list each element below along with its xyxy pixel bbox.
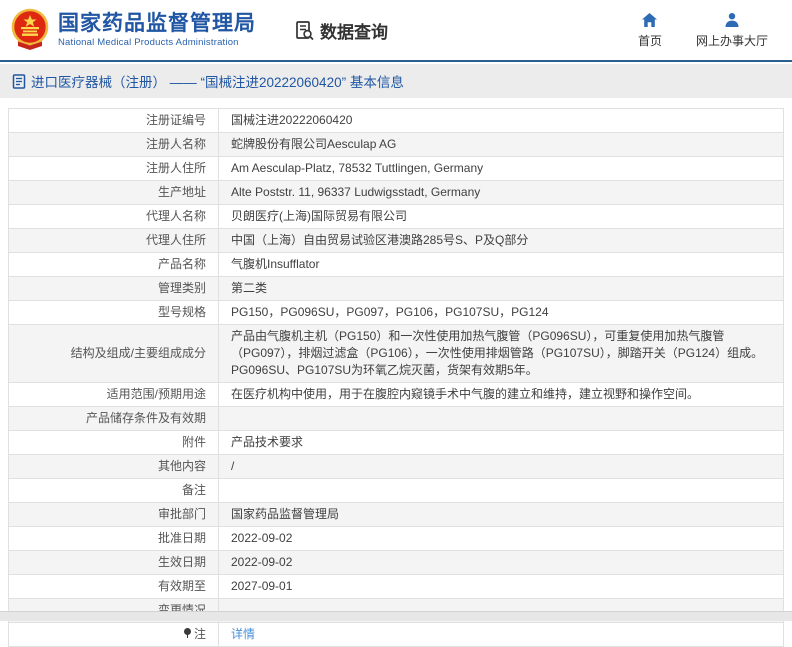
nav-service-hall[interactable]: 网上办事大厅: [696, 12, 768, 49]
row-value: 贝朗医疗(上海)国际贸易有限公司: [218, 204, 784, 229]
row-value: /: [218, 454, 784, 479]
nav-home[interactable]: 首页: [638, 12, 662, 49]
row-value: 2022-09-02: [218, 550, 784, 575]
data-query-label: 数据查询: [320, 22, 388, 42]
site-title: 国家药品监督管理局: [58, 12, 256, 35]
row-label: 产品名称: [8, 252, 219, 277]
table-row: 型号规格 PG150，PG096SU，PG097，PG106，PG107SU，PG…: [8, 300, 784, 325]
doc-search-icon: [296, 20, 314, 40]
person-icon: [725, 12, 739, 27]
row-label: 注: [8, 622, 219, 647]
row-value: 产品技术要求: [218, 430, 784, 455]
table-row: 附件 产品技术要求: [8, 430, 784, 455]
row-label: 其他内容: [8, 454, 219, 479]
row-value: 2022-09-02: [218, 526, 784, 551]
row-value: 详情: [218, 622, 784, 647]
row-label: 备注: [8, 478, 219, 503]
document-icon: [12, 73, 26, 89]
table-row: 有效期至 2027-09-01: [8, 574, 784, 599]
info-table-body: 注册证编号 国械注进20222060420 注册人名称 蛇牌股份有限公司Aescula…: [8, 108, 784, 647]
row-label: 产品储存条件及有效期: [8, 406, 219, 431]
pin-icon: [183, 628, 191, 638]
breadcrumb-text: 进口医疗器械（注册） —— “国械注进20222060420” 基本信息: [31, 75, 404, 90]
nmpa-logo[interactable]: 国家药品监督管理局 National Medical Products Admi…: [10, 8, 256, 52]
row-label: 生产地址: [8, 180, 219, 205]
row-label: 型号规格: [8, 300, 219, 325]
row-value: 2027-09-01: [218, 574, 784, 599]
detail-link[interactable]: 详情: [231, 627, 255, 641]
home-icon: [642, 12, 658, 27]
table-row: 注册人住所 Am Aesculap-Platz, 78532 Tuttlingen…: [8, 156, 784, 181]
row-value: 国家药品监督管理局: [218, 502, 784, 527]
row-value: [218, 406, 784, 431]
row-label: 注册人住所: [8, 156, 219, 181]
row-label: 批准日期: [8, 526, 219, 551]
table-row: 适用范围/预期用途 在医疗机构中使用，用于在腹腔内窥镜手术中气腹的建立和维持，建立…: [8, 382, 784, 407]
header-nav: 首页 网上办事大厅: [638, 12, 782, 49]
row-label: 代理人名称: [8, 204, 219, 229]
registration-info-table: 注册证编号 国械注进20222060420 注册人名称 蛇牌股份有限公司Aescula…: [8, 108, 784, 647]
table-row: 代理人住所 中国（上海）自由贸易试验区港澳路285号S、P及Q部分: [8, 228, 784, 253]
row-label: 适用范围/预期用途: [8, 382, 219, 407]
page-footer: [0, 611, 792, 621]
table-row: 代理人名称 贝朗医疗(上海)国际贸易有限公司: [8, 204, 784, 229]
table-row: 审批部门 国家药品监督管理局: [8, 502, 784, 527]
row-value: 第二类: [218, 276, 784, 301]
row-label: 结构及组成/主要组成成分: [8, 324, 219, 383]
row-value: 在医疗机构中使用，用于在腹腔内窥镜手术中气腹的建立和维持，建立视野和操作空间。: [218, 382, 784, 407]
site-subtitle: National Medical Products Administration: [58, 37, 239, 48]
row-label: 注册证编号: [8, 108, 219, 133]
national-emblem-icon: [11, 8, 49, 50]
table-row: 备注: [8, 478, 784, 503]
row-value: Alte Poststr. 11, 96337 Ludwigsstadt, Ge…: [218, 180, 784, 205]
row-value: Am Aesculap-Platz, 78532 Tuttlingen, Ger…: [218, 156, 784, 181]
table-row: 管理类别 第二类: [8, 276, 784, 301]
table-row: 生效日期 2022-09-02: [8, 550, 784, 575]
data-query-tab[interactable]: 数据查询: [294, 18, 388, 43]
site-header: 国家药品监督管理局 National Medical Products Admi…: [0, 0, 792, 62]
table-row: 注册证编号 国械注进20222060420: [8, 108, 784, 133]
row-label: 审批部门: [8, 502, 219, 527]
row-value: 产品由气腹机主机（PG150）和一次性使用加热气腹管（PG096SU），可重复使…: [218, 324, 784, 383]
row-label: 注册人名称: [8, 132, 219, 157]
row-value: 蛇牌股份有限公司Aesculap AG: [218, 132, 784, 157]
table-row: 注详情: [8, 622, 784, 647]
table-row: 批准日期 2022-09-02: [8, 526, 784, 551]
nav-service-hall-label: 网上办事大厅: [695, 33, 768, 48]
table-row: 结构及组成/主要组成成分 产品由气腹机主机（PG150）和一次性使用加热气腹管（P…: [8, 324, 784, 383]
nav-home-label: 首页: [637, 33, 662, 48]
row-label: 有效期至: [8, 574, 219, 599]
row-value: PG150，PG096SU，PG097，PG106，PG107SU，PG124: [218, 300, 784, 325]
row-value: 气腹机Insufflator: [218, 252, 784, 277]
table-row: 产品名称 气腹机Insufflator: [8, 252, 784, 277]
table-row: 生产地址 Alte Poststr. 11, 96337 Ludwigsstadt…: [8, 180, 784, 205]
row-value: [218, 478, 784, 503]
row-value: 中国（上海）自由贸易试验区港澳路285号S、P及Q部分: [218, 228, 784, 253]
row-label: 代理人住所: [8, 228, 219, 253]
row-label: 生效日期: [8, 550, 219, 575]
breadcrumb: 进口医疗器械（注册） —— “国械注进20222060420” 基本信息: [0, 64, 792, 98]
row-label: 附件: [8, 430, 219, 455]
table-row: 注册人名称 蛇牌股份有限公司Aesculap AG: [8, 132, 784, 157]
main-content: 注册证编号 国械注进20222060420 注册人名称 蛇牌股份有限公司Aescula…: [0, 98, 792, 647]
table-row: 产品储存条件及有效期: [8, 406, 784, 431]
row-label: 管理类别: [8, 276, 219, 301]
row-value: 国械注进20222060420: [218, 108, 784, 133]
table-row: 其他内容 /: [8, 454, 784, 479]
